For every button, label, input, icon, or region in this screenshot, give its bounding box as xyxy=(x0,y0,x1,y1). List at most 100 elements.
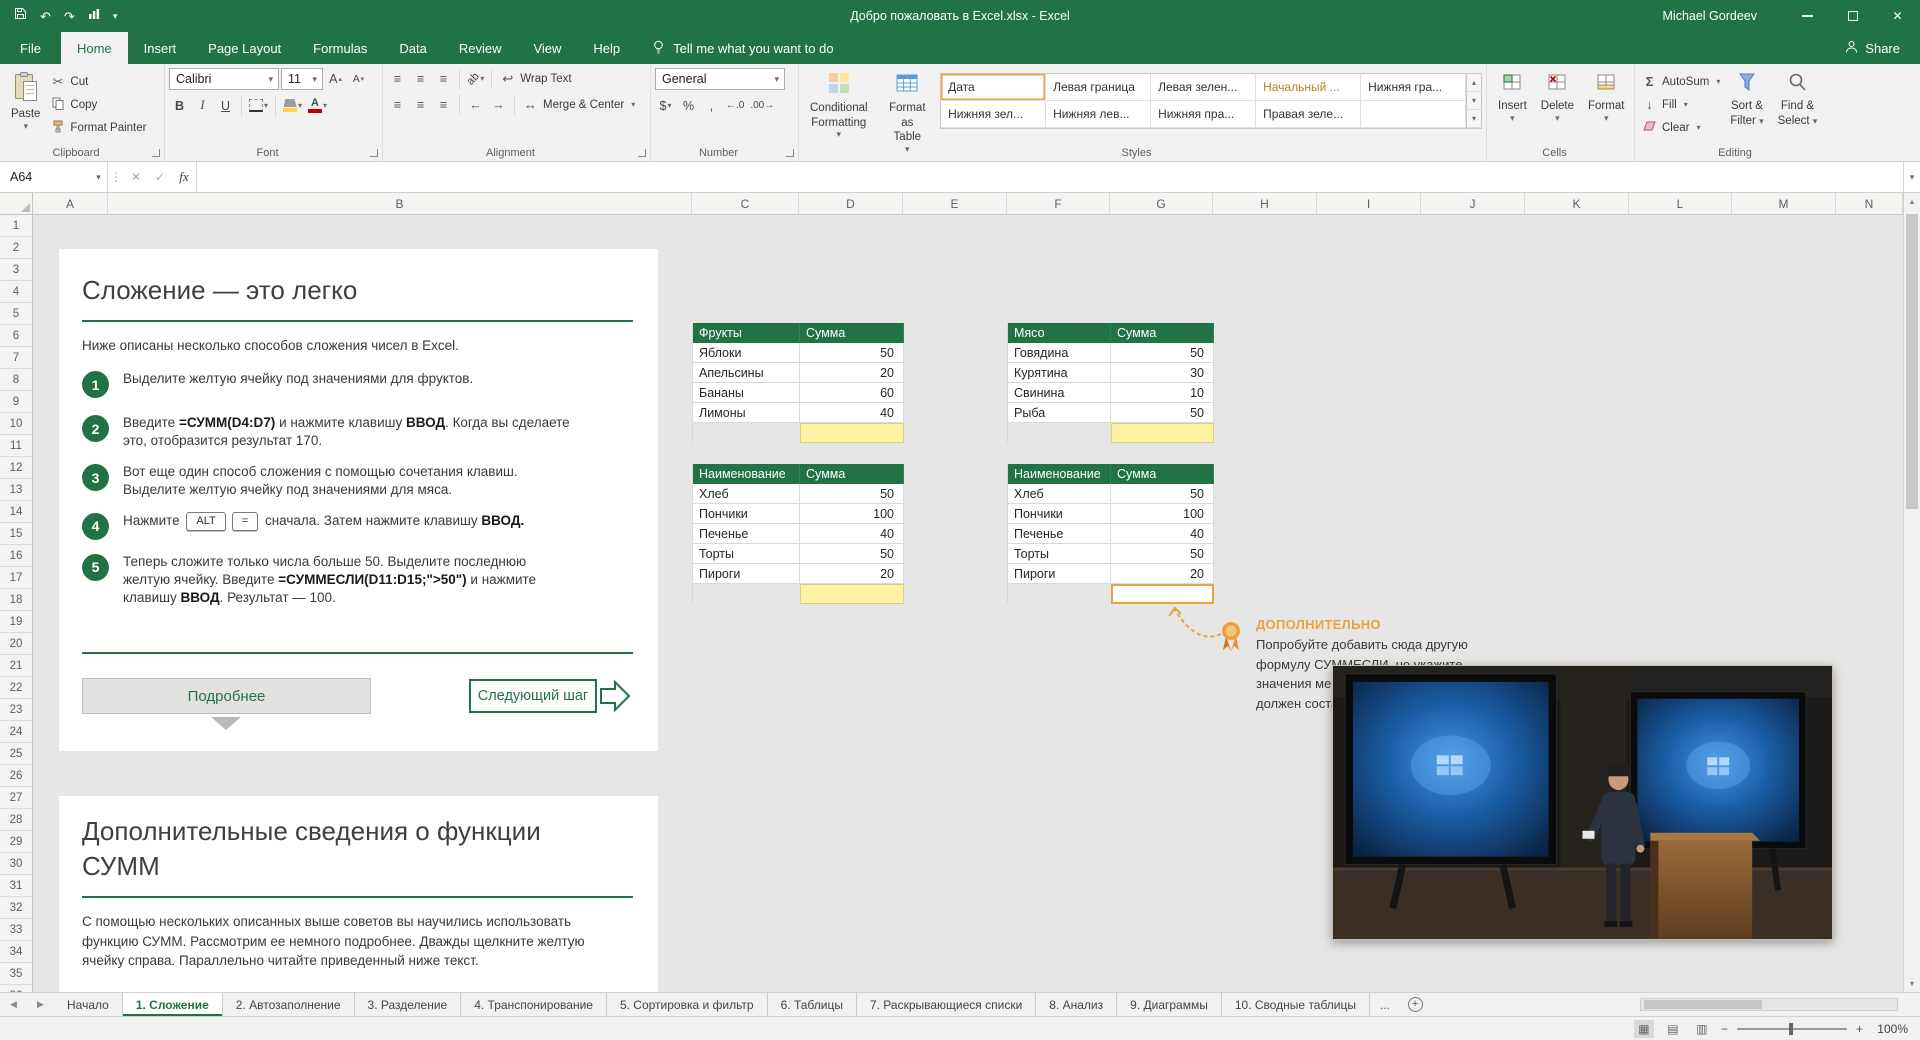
align-right-button[interactable]: ≡ xyxy=(433,94,454,115)
tab-view[interactable]: View xyxy=(517,32,577,64)
cell[interactable]: 20 xyxy=(1111,564,1214,584)
row-header-25[interactable]: 25 xyxy=(0,743,33,765)
bold-button[interactable]: B xyxy=(169,95,190,116)
cell[interactable]: 50 xyxy=(800,343,904,363)
font-size-select[interactable]: 11▾ xyxy=(281,68,323,90)
percent-style-button[interactable]: % xyxy=(678,95,699,116)
insert-function-button[interactable]: fx xyxy=(172,162,196,192)
italic-button[interactable]: I xyxy=(192,95,213,116)
wrap-text-button[interactable]: ↩Wrap Text xyxy=(497,68,574,89)
decrease-indent-button[interactable]: ← xyxy=(465,94,486,115)
column-header-H[interactable]: H xyxy=(1213,193,1317,215)
gallery-down-button[interactable]: ▾ xyxy=(1467,92,1481,110)
column-header-E[interactable]: E xyxy=(903,193,1007,215)
sheet-nav-right-button[interactable]: ▶ xyxy=(27,993,54,1016)
tab-formulas[interactable]: Formulas xyxy=(297,32,383,64)
tab-home[interactable]: Home xyxy=(61,32,128,64)
tab-review[interactable]: Review xyxy=(443,32,518,64)
cell[interactable]: 40 xyxy=(800,403,904,423)
insert-cells-button[interactable]: Insert ▾ xyxy=(1491,68,1534,126)
row-header-23[interactable]: 23 xyxy=(0,699,33,721)
row-header-33[interactable]: 33 xyxy=(0,919,33,941)
delete-cells-button[interactable]: Delete ▾ xyxy=(1534,68,1581,126)
sumif-answer-cell[interactable] xyxy=(800,584,904,604)
row-header-24[interactable]: 24 xyxy=(0,721,33,743)
row-header-22[interactable]: 22 xyxy=(0,677,33,699)
cell[interactable]: Говядина xyxy=(1008,343,1111,363)
row-header-7[interactable]: 7 xyxy=(0,347,33,369)
align-middle-button[interactable]: ≡ xyxy=(410,68,431,89)
cell[interactable]: Пироги xyxy=(1008,564,1111,584)
sheet-tab-diagrammy[interactable]: 9. Диаграммы xyxy=(1117,993,1222,1016)
borders-button[interactable]: ▾ xyxy=(247,95,270,116)
sheet-tab-svodnye[interactable]: 10. Сводные таблицы xyxy=(1222,993,1370,1016)
sheet-tab-nachalo[interactable]: Начало xyxy=(54,993,123,1016)
tab-data[interactable]: Data xyxy=(383,32,442,64)
page-break-view-button[interactable]: ▥ xyxy=(1692,1020,1712,1038)
cell[interactable]: 100 xyxy=(800,504,904,524)
row-header-2[interactable]: 2 xyxy=(0,237,33,259)
cell-style[interactable] xyxy=(1361,101,1466,128)
sheet-tab-sortirovka[interactable]: 5. Сортировка и фильтр xyxy=(607,993,768,1016)
font-family-select[interactable]: Calibri▾ xyxy=(169,68,279,90)
row-header-30[interactable]: 30 xyxy=(0,853,33,875)
format-painter-button[interactable]: Format Painter xyxy=(47,117,149,138)
next-step-button[interactable]: Следующий шаг xyxy=(469,679,597,713)
cell-style[interactable]: Нижняя гра... xyxy=(1361,74,1466,101)
zoom-in-button[interactable]: + xyxy=(1856,1022,1863,1036)
cell[interactable]: 40 xyxy=(800,524,904,544)
gallery-up-button[interactable]: ▴ xyxy=(1467,74,1481,92)
save-icon[interactable] xyxy=(14,7,27,25)
cell[interactable]: Пончики xyxy=(1008,504,1111,524)
column-header-K[interactable]: K xyxy=(1525,193,1629,215)
align-center-button[interactable]: ≡ xyxy=(410,94,431,115)
zoom-slider-thumb[interactable] xyxy=(1789,1023,1793,1035)
comma-style-button[interactable]: , xyxy=(701,95,722,116)
row-header-14[interactable]: 14 xyxy=(0,501,33,523)
cell[interactable]: Торты xyxy=(693,544,800,564)
video-player[interactable] xyxy=(1332,665,1833,940)
copy-button[interactable]: Copy xyxy=(47,94,149,115)
fill-button[interactable]: ↓Fill▾ xyxy=(1639,94,1723,115)
alignment-dialog-launcher[interactable] xyxy=(638,149,646,157)
row-header-31[interactable]: 31 xyxy=(0,875,33,897)
enter-button[interactable]: ✓ xyxy=(148,162,172,192)
new-sheet-button[interactable]: + xyxy=(1400,993,1430,1016)
row-header-4[interactable]: 4 xyxy=(0,281,33,303)
cell[interactable]: Хлеб xyxy=(1008,484,1111,504)
row-header-21[interactable]: 21 xyxy=(0,655,33,677)
tab-page-layout[interactable]: Page Layout xyxy=(192,32,297,64)
row-header-15[interactable]: 15 xyxy=(0,523,33,545)
chart-icon[interactable] xyxy=(88,7,100,25)
cell[interactable]: 40 xyxy=(1111,524,1214,544)
column-header-M[interactable]: M xyxy=(1732,193,1836,215)
cell[interactable]: Хлеб xyxy=(693,484,800,504)
clear-button[interactable]: Clear▾ xyxy=(1639,117,1723,138)
cell-style[interactable]: Левая зелен... xyxy=(1151,74,1256,101)
row-header-35[interactable]: 35 xyxy=(0,963,33,985)
vertical-scrollbar-thumb[interactable] xyxy=(1906,214,1918,509)
zoom-level[interactable]: 100% xyxy=(1872,1022,1908,1036)
cell-style-data[interactable]: Дата xyxy=(941,74,1046,101)
cell[interactable]: 50 xyxy=(1111,403,1214,423)
underline-button[interactable]: U xyxy=(215,95,236,116)
column-header-I[interactable]: I xyxy=(1317,193,1421,215)
cell[interactable]: Апельсины xyxy=(693,363,800,383)
gallery-more-button[interactable]: ▾ xyxy=(1467,110,1481,128)
minimize-button[interactable] xyxy=(1785,0,1830,32)
row-header-26[interactable]: 26 xyxy=(0,765,33,787)
font-dialog-launcher[interactable] xyxy=(370,149,378,157)
column-header-G[interactable]: G xyxy=(1110,193,1213,215)
accounting-format-button[interactable]: $▾ xyxy=(655,95,676,116)
cell[interactable]: Печенье xyxy=(1008,524,1111,544)
maximize-button[interactable] xyxy=(1830,0,1875,32)
row-header-19[interactable]: 19 xyxy=(0,611,33,633)
worksheet[interactable]: Сложение — это легко Ниже описаны нескол… xyxy=(33,215,1903,992)
cell[interactable]: 50 xyxy=(1111,343,1214,363)
row-header-18[interactable]: 18 xyxy=(0,589,33,611)
sheet-tab-slozhenie[interactable]: 1. Сложение xyxy=(123,993,223,1016)
more-details-button[interactable]: Подробнее xyxy=(82,678,371,714)
orientation-button[interactable]: ab▾ xyxy=(465,68,486,89)
cell[interactable]: Курятина xyxy=(1008,363,1111,383)
paste-button[interactable]: Paste ▾ xyxy=(4,68,47,134)
